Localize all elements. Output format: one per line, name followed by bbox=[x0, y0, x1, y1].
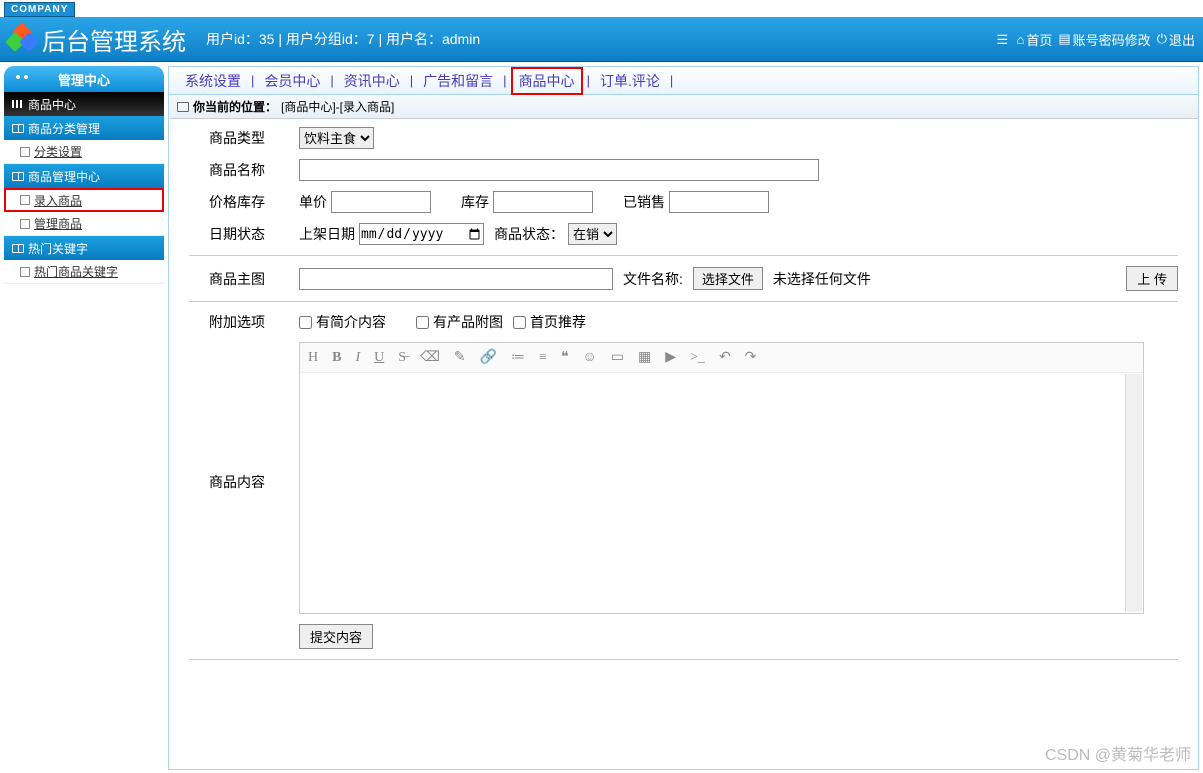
logout-link[interactable]: ⏻退出 bbox=[1157, 30, 1195, 49]
choose-file-button[interactable]: 选择文件 bbox=[693, 267, 763, 290]
bold-icon[interactable]: B bbox=[332, 350, 341, 366]
grid-icon bbox=[12, 100, 24, 108]
editor-toolbar: H B I U S̶ ⌫ ✎ 🔗 ≔ ≡ ❝ ☺ ▭ bbox=[300, 343, 1143, 373]
home-link[interactable]: ⌂首页 bbox=[1017, 30, 1053, 49]
submit-button[interactable]: 提交内容 bbox=[299, 624, 373, 649]
doc-icon bbox=[20, 147, 30, 157]
checkbox-intro[interactable] bbox=[299, 316, 312, 329]
label-price-stock: 价格库存 bbox=[189, 192, 299, 212]
nav-products[interactable]: 商品中心 bbox=[511, 67, 583, 95]
label-onshelf-date: 上架日期 bbox=[299, 224, 355, 244]
doc-icon bbox=[20, 195, 30, 205]
header-bar: 后台管理系统 用户id：35 | 用户分组id：7 | 用户名：admin ☰ … bbox=[0, 17, 1203, 62]
brush-icon[interactable]: ✎ bbox=[454, 349, 466, 366]
list-icon[interactable]: ≔ bbox=[511, 349, 525, 366]
menu-icon: ☰ bbox=[997, 32, 1011, 46]
underline-icon[interactable]: U bbox=[374, 350, 384, 366]
book-icon bbox=[12, 124, 24, 133]
nav-members[interactable]: 会员中心 bbox=[258, 69, 326, 93]
home-icon: ⌂ bbox=[1017, 32, 1025, 47]
label-stock: 库存 bbox=[461, 192, 489, 212]
sidebar-group[interactable]: 商品中心 bbox=[4, 92, 164, 116]
label-sold: 已销售 bbox=[623, 192, 665, 212]
password-link[interactable]: ▤账号密码修改 bbox=[1058, 30, 1150, 49]
top-nav: 系统设置| 会员中心| 资讯中心| 广告和留言| 商品中心| 订单.评论| bbox=[169, 67, 1198, 95]
book-icon bbox=[12, 244, 24, 253]
video-icon[interactable]: ▶ bbox=[665, 349, 676, 366]
erase-icon[interactable]: ⌫ bbox=[420, 349, 440, 366]
redo-icon[interactable]: ↷ bbox=[745, 349, 757, 366]
strikethrough-icon[interactable]: S̶ bbox=[398, 350, 406, 366]
label-main-image: 商品主图 bbox=[189, 269, 299, 289]
quote-icon[interactable]: ❝ bbox=[561, 349, 569, 366]
user-info: 用户id：35 | 用户分组id：7 | 用户名：admin bbox=[206, 29, 480, 49]
input-sold[interactable] bbox=[669, 191, 769, 213]
folder-icon bbox=[177, 102, 189, 112]
upload-button[interactable]: 上 传 bbox=[1126, 266, 1178, 291]
heading-icon[interactable]: H bbox=[308, 350, 318, 366]
select-status[interactable]: 在销 bbox=[568, 223, 617, 245]
label-date-status: 日期状态 bbox=[189, 224, 299, 244]
label-product-type: 商品类型 bbox=[189, 128, 299, 148]
sidebar-section-keywords[interactable]: 热门关键字 bbox=[4, 236, 164, 260]
content-area: 系统设置| 会员中心| 资讯中心| 广告和留言| 商品中心| 订单.评论| 你当… bbox=[168, 66, 1199, 770]
align-icon[interactable]: ≡ bbox=[539, 350, 547, 366]
nav-orders[interactable]: 订单.评论 bbox=[594, 69, 666, 93]
input-product-name[interactable] bbox=[299, 159, 819, 181]
sidebar-section-product[interactable]: 商品管理中心 bbox=[4, 164, 164, 188]
table-icon[interactable]: ▦ bbox=[638, 349, 651, 366]
image-icon[interactable]: ▭ bbox=[611, 349, 624, 366]
nav-system[interactable]: 系统设置 bbox=[179, 69, 247, 93]
no-file-text: 未选择任何文件 bbox=[773, 269, 871, 289]
doc-icon bbox=[20, 219, 30, 229]
breadcrumb: 你当前的位置： [商品中心]-[录入商品] bbox=[169, 95, 1198, 119]
italic-icon[interactable]: I bbox=[355, 350, 360, 366]
input-onshelf-date[interactable] bbox=[359, 223, 484, 245]
label-content: 商品内容 bbox=[189, 342, 299, 492]
sidebar-section-category[interactable]: 商品分类管理 bbox=[4, 116, 164, 140]
sidebar-title: 管理中心 bbox=[4, 66, 164, 92]
form-area: 商品类型 饮料主食 商品名称 价格库存 单价 库存 已销售 bbox=[169, 119, 1198, 769]
sidebar-item-manage-product[interactable]: 管理商品 bbox=[4, 212, 164, 236]
label-file-name: 文件名称: bbox=[623, 269, 683, 289]
sidebar: 管理中心 商品中心 商品分类管理 分类设置 商品管理中心 录入商品 管理商品 热… bbox=[4, 66, 164, 770]
input-image-path[interactable] bbox=[299, 268, 613, 290]
code-icon[interactable]: >_ bbox=[690, 350, 705, 366]
undo-icon[interactable]: ↶ bbox=[719, 349, 731, 366]
doc-icon bbox=[20, 267, 30, 277]
input-unit-price[interactable] bbox=[331, 191, 431, 213]
logo-icon bbox=[8, 25, 36, 53]
breadcrumb-prefix: 你当前的位置： bbox=[193, 98, 277, 115]
book-icon bbox=[12, 172, 24, 181]
nav-ads[interactable]: 广告和留言 bbox=[417, 69, 499, 93]
editor-body[interactable] bbox=[300, 373, 1143, 613]
sidebar-item-hot-keywords[interactable]: 热门商品关键字 bbox=[4, 260, 164, 284]
sidebar-item-add-product[interactable]: 录入商品 bbox=[4, 188, 164, 212]
app-title: 后台管理系统 bbox=[42, 22, 186, 57]
label-product-name: 商品名称 bbox=[189, 160, 299, 180]
nav-news[interactable]: 资讯中心 bbox=[338, 69, 406, 93]
power-icon: ⏻ bbox=[1157, 31, 1167, 47]
doc-icon: ▤ bbox=[1058, 31, 1070, 47]
link-icon[interactable]: 🔗 bbox=[480, 349, 497, 366]
rich-editor: H B I U S̶ ⌫ ✎ 🔗 ≔ ≡ ❝ ☺ ▭ bbox=[299, 342, 1144, 614]
breadcrumb-path: [商品中心]-[录入商品] bbox=[281, 98, 394, 115]
input-stock[interactable] bbox=[493, 191, 593, 213]
checkbox-homepage[interactable] bbox=[513, 316, 526, 329]
select-product-type[interactable]: 饮料主食 bbox=[299, 127, 374, 149]
company-tag: COMPANY bbox=[4, 2, 75, 17]
emoji-icon[interactable]: ☺ bbox=[582, 350, 596, 366]
sidebar-item-category-settings[interactable]: 分类设置 bbox=[4, 140, 164, 164]
label-status: 商品状态： bbox=[494, 224, 564, 244]
label-extras: 附加选项 bbox=[189, 312, 299, 332]
checkbox-attachments[interactable] bbox=[416, 316, 429, 329]
label-unit-price: 单价 bbox=[299, 192, 327, 212]
